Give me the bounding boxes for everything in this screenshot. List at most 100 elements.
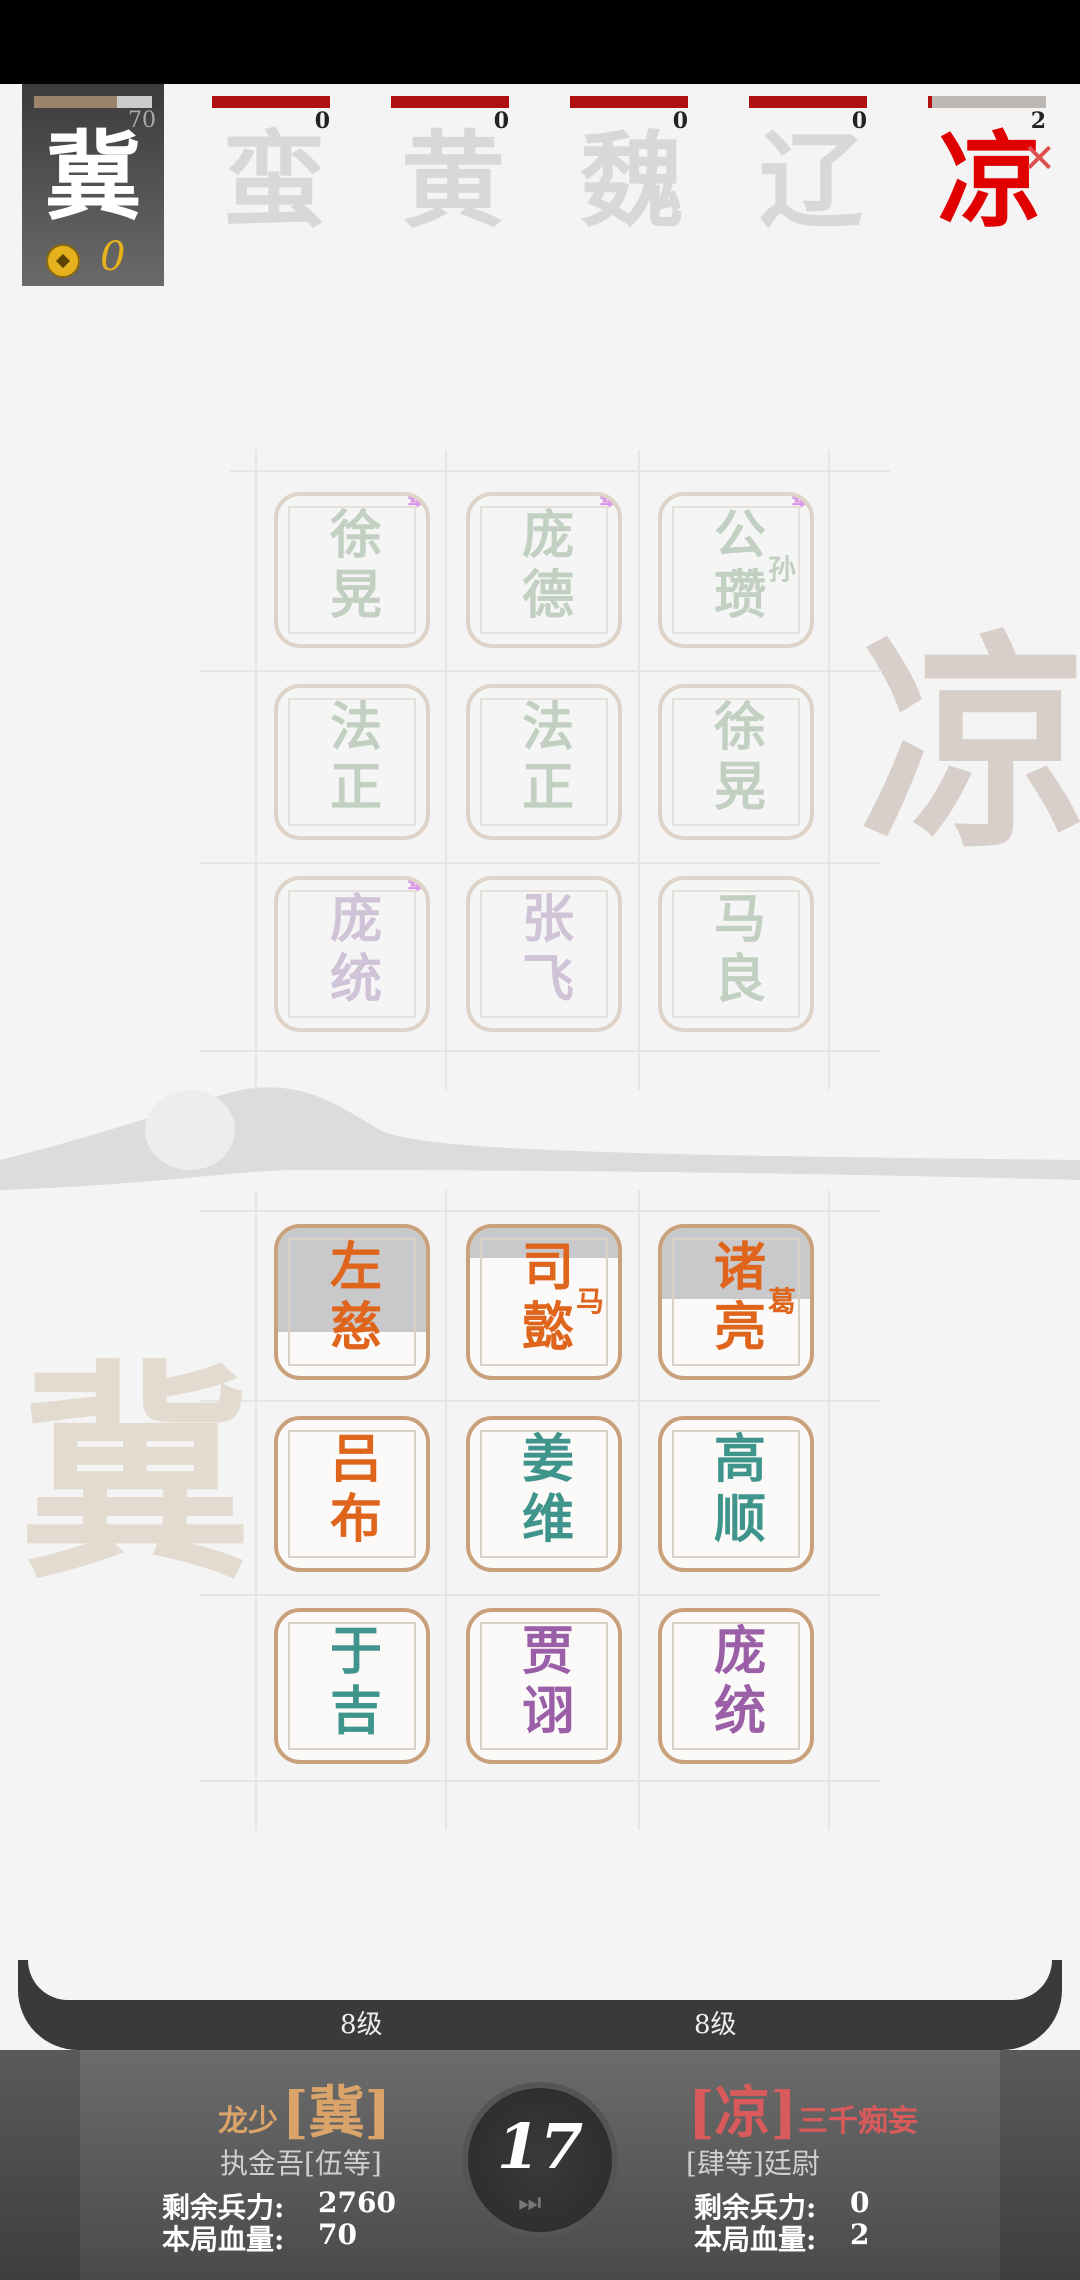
unit-name-bottom: 晃 [329,565,382,626]
grid-line [828,1190,830,1830]
unit-name-top: 张 [521,889,574,950]
unit-name-bottom: 晃 [713,757,766,818]
stun-status-icon: 晕 [407,492,427,510]
player-unit-tile[interactable]: 司懿 马 [466,1224,622,1380]
right-player-rank: [肆等]廷尉 [686,2147,820,2180]
player-hp-bar [34,96,152,108]
grid-line [230,470,890,472]
unit-surname: 孙 [767,553,796,586]
faction-slot[interactable]: 0 黄 [391,96,511,296]
unit-name-bottom: 正 [329,757,382,818]
grid-line [200,1050,880,1052]
skip-forward-icon[interactable]: ⏭ [518,2188,541,2219]
unit-name-bottom: 吉 [329,1681,382,1742]
enemy-unit-tile[interactable]: 马良 [658,876,814,1032]
stun-status-icon: 晕 [791,492,811,510]
coin-icon [46,244,80,278]
player-unit-tile[interactable]: 高顺 [658,1416,814,1572]
faction-slot[interactable]: 0 蛮 [212,96,332,296]
player-unit-tile[interactable]: 庞统 [658,1608,814,1764]
defeated-x-icon: ✕ [1022,136,1056,182]
faction-slot[interactable]: 0 魏 [570,96,690,296]
unit-name-bottom: 统 [713,1681,766,1742]
ink-wash-divider [0,1087,1080,1190]
enemy-unit-tile[interactable]: 徐晃 晕 [274,492,430,648]
player-unit-tile[interactable]: 于吉 [274,1608,430,1764]
right-troops-value: 0 [850,2186,870,2219]
left-troops-value: 2760 [318,2186,396,2219]
grid-line [200,670,880,672]
player-unit-tile[interactable]: 吕布 [274,1416,430,1572]
enemy-unit-tile[interactable]: 法正 [274,684,430,840]
player-unit-tile[interactable]: 左慈 [274,1224,430,1380]
grid-line [445,450,447,1090]
unit-name-top: 贾 [521,1621,574,1682]
unit-name-bottom: 布 [329,1489,382,1550]
faction-slot[interactable]: 0 辽 [749,96,869,296]
faction-hp-bar [928,96,1046,108]
grid-line [828,450,830,1090]
grid-line [200,1780,880,1782]
unit-name-bottom: 正 [521,757,574,818]
bottom-panel-frame [18,1960,1062,2050]
enemy-unit-tile[interactable]: 公瓒 孙 晕 [658,492,814,648]
left-hp-label: 本局血量: [162,2223,285,2256]
left-player-name: 龙少 [218,2104,278,2139]
turn-counter[interactable]: 17 ⏭ [462,2082,618,2238]
player-faction-char: 冀 [45,120,141,233]
unit-name-bottom: 良 [713,949,766,1010]
unit-name-top: 姜 [521,1429,574,1490]
faction-hp-bar [212,96,330,108]
unit-name-bottom: 飞 [521,949,574,1010]
unit-name-top: 徐 [713,697,766,758]
grid-line [255,1190,257,1830]
right-player-name: 三千痴妄 [798,2104,918,2139]
player-watermark-char: 冀 [20,1340,251,1610]
unit-surname: 马 [575,1285,604,1318]
unit-name-top: 于 [329,1621,382,1682]
grid-line [255,450,257,1090]
unit-name-bottom: 顺 [713,1489,766,1550]
enemy-unit-tile[interactable]: 庞德 晕 [466,492,622,648]
left-player-faction: [冀] [282,2080,391,2146]
left-player-rank: 执金吾[伍等] [220,2147,382,2180]
grid-line [638,450,640,1090]
player-unit-tile[interactable]: 诸亮 葛 [658,1224,814,1380]
enemy-unit-tile[interactable]: 庞统 晕 [274,876,430,1032]
faction-char: 辽 [758,119,863,242]
stun-status-icon: 晕 [407,876,427,894]
turn-number: 17 [496,2110,584,2183]
status-bar [0,0,1080,84]
unit-name-bottom: 诩 [521,1681,574,1742]
unit-name-top: 马 [713,889,766,950]
player-unit-tile[interactable]: 姜维 [466,1416,622,1572]
grid-line [638,1190,640,1830]
grid-line [200,1400,880,1402]
faction-char: 黄 [400,119,505,242]
unit-name-bottom: 维 [521,1489,574,1550]
right-level-label: 8级 [694,2010,737,2040]
faction-char: 蛮 [221,119,326,242]
right-hp-value: 2 [850,2218,870,2251]
grid-line [200,862,880,864]
unit-name-top: 高 [713,1429,766,1490]
faction-slot-current-opponent[interactable]: 2 凉 ✕ [928,96,1056,296]
unit-name-bottom: 统 [329,949,382,1010]
left-level-label: 8级 [340,2010,383,2040]
unit-name-top: 法 [521,697,574,758]
enemy-unit-tile[interactable]: 法正 [466,684,622,840]
enemy-unit-tile[interactable]: 徐晃 [658,684,814,840]
faction-char: 魏 [579,119,684,242]
enemy-unit-tile[interactable]: 张飞 [466,876,622,1032]
unit-name-top: 法 [329,697,382,758]
player-unit-tile[interactable]: 贾诩 [466,1608,622,1764]
player-faction-box: 70 冀 0 [22,84,164,286]
faction-hp-bar [391,96,509,108]
unit-name-top: 庞 [713,1621,766,1682]
unit-surname: 葛 [767,1285,796,1318]
faction-hp-bar [749,96,867,108]
stun-status-icon: 晕 [599,492,619,510]
right-player-faction: [凉] [688,2080,797,2146]
left-hp-value: 70 [318,2218,357,2251]
unit-name-bottom: 德 [521,565,574,626]
